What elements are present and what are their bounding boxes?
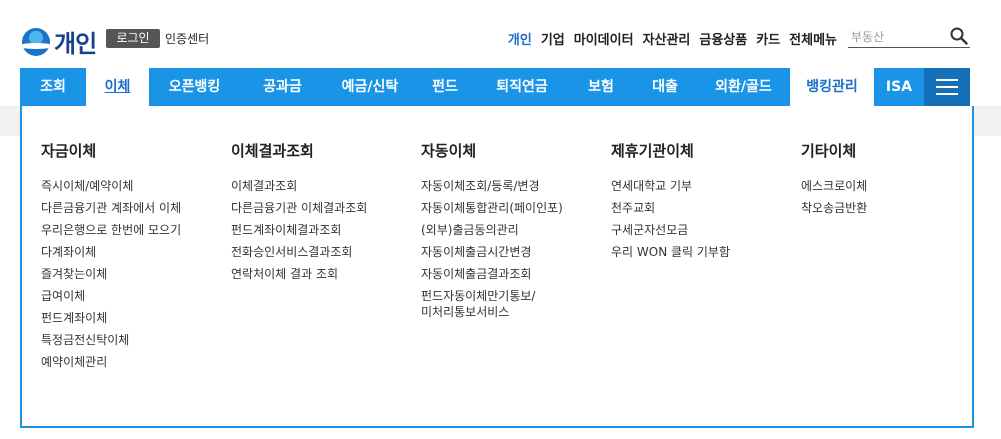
column-title: 이체결과조회 bbox=[231, 142, 314, 160]
submenu-link[interactable]: 착오송금반환 bbox=[801, 197, 867, 219]
submenu-link[interactable]: 전화승인서비스결과조회 bbox=[231, 241, 367, 263]
submenu-link-line: 미처리통보서비스 bbox=[421, 305, 510, 319]
hamburger-icon-bar bbox=[936, 93, 958, 95]
search-input[interactable] bbox=[848, 27, 948, 47]
menu-retirement-pension[interactable]: 퇴직연금 bbox=[475, 68, 569, 106]
menu-deposit-trust[interactable]: 예금/신탁 bbox=[325, 68, 415, 106]
search-box bbox=[848, 26, 970, 48]
submenu-link[interactable]: 구세군자선모금 bbox=[611, 219, 730, 241]
menu-open-banking[interactable]: 오픈뱅킹 bbox=[149, 68, 240, 106]
column-partner-transfer: 제휴기관이체 연세대학교 기부 천주교회 구세군자선모금 우리 WON 클릭 기… bbox=[611, 140, 730, 263]
top-nav-asset[interactable]: 자산관리 bbox=[643, 29, 691, 48]
column-title: 자동이체 bbox=[421, 142, 477, 160]
hamburger-icon-bar bbox=[936, 86, 958, 88]
column-title: 제휴기관이체 bbox=[611, 142, 694, 160]
top-nav: 개인 기업 마이데이터 자산관리 금융상품 카드 전체메뉴 bbox=[508, 29, 837, 48]
main-menu-bar: 조회 이체 오픈뱅킹 공과금 예금/신탁 펀드 퇴직연금 보험 대출 외환/골드… bbox=[20, 68, 970, 106]
hamburger-menu-button[interactable] bbox=[924, 68, 970, 106]
submenu-link[interactable]: 다른금융기관 계좌에서 이체 bbox=[41, 197, 181, 219]
column-fund-transfer: 자금이체 즉시이체/예약이체 다른금융기관 계좌에서 이체 우리은행으로 한번에… bbox=[41, 140, 181, 373]
menu-insurance[interactable]: 보험 bbox=[569, 68, 633, 106]
submenu-link[interactable]: 급여이체 bbox=[41, 285, 181, 307]
woori-logo[interactable]: 개인 bbox=[22, 24, 97, 59]
menu-transfer[interactable]: 이체 bbox=[86, 68, 149, 106]
submenu-link[interactable]: 다계좌이체 bbox=[41, 241, 181, 263]
submenu-link[interactable]: 다른금융기관 이체결과조회 bbox=[231, 197, 367, 219]
submenu-link[interactable]: 즉시이체/예약이체 bbox=[41, 175, 181, 197]
menu-inquiry[interactable]: 조회 bbox=[20, 68, 86, 106]
login-button[interactable]: 로그인 bbox=[106, 29, 160, 48]
woori-logo-icon bbox=[22, 27, 50, 56]
submenu-link[interactable]: 이체결과조회 bbox=[231, 175, 367, 197]
logo-text: 개인 bbox=[54, 30, 97, 58]
header: 개인 로그인 인증센터 개인 기업 마이데이터 자산관리 금융상품 카드 전체메… bbox=[0, 0, 1001, 68]
submenu-link[interactable]: 예약이체관리 bbox=[41, 351, 181, 373]
top-nav-card[interactable]: 카드 bbox=[756, 29, 780, 48]
column-auto-transfer: 자동이체 자동이체조회/등록/변경 자동이체통합관리(페이인포) (외부)출금동… bbox=[421, 140, 563, 320]
submenu-link[interactable]: 즐겨찾는이체 bbox=[41, 263, 181, 285]
menu-fund[interactable]: 펀드 bbox=[415, 68, 475, 106]
top-nav-personal[interactable]: 개인 bbox=[508, 29, 532, 48]
submenu-link[interactable]: 펀드계좌이체 bbox=[41, 307, 181, 329]
submenu-link[interactable]: (외부)출금동의관리 bbox=[421, 219, 563, 241]
submenu-link[interactable]: 자동이체통합관리(페이인포) bbox=[421, 197, 563, 219]
submenu-link[interactable]: 특정금전신탁이체 bbox=[41, 329, 181, 351]
submenu-link[interactable]: 에스크로이체 bbox=[801, 175, 867, 197]
transfer-dropdown-panel: 자금이체 즉시이체/예약이체 다른금융기관 계좌에서 이체 우리은행으로 한번에… bbox=[20, 106, 974, 428]
search-icon[interactable] bbox=[950, 27, 968, 45]
column-title: 기타이체 bbox=[801, 142, 857, 160]
column-transfer-results: 이체결과조회 이체결과조회 다른금융기관 이체결과조회 펀드계좌이체결과조회 전… bbox=[231, 140, 367, 285]
menu-utility-bills[interactable]: 공과금 bbox=[240, 68, 325, 106]
submenu-link[interactable]: 자동이체조회/등록/변경 bbox=[421, 175, 563, 197]
column-title: 자금이체 bbox=[41, 142, 97, 160]
menu-transfer-label: 이체 bbox=[104, 79, 131, 95]
column-other-transfer: 기타이체 에스크로이체 착오송금반환 bbox=[801, 140, 867, 219]
submenu-link[interactable]: 연세대학교 기부 bbox=[611, 175, 730, 197]
menu-loan[interactable]: 대출 bbox=[633, 68, 697, 106]
submenu-link[interactable]: 천주교회 bbox=[611, 197, 730, 219]
submenu-link[interactable]: 펀드계좌이체결과조회 bbox=[231, 219, 367, 241]
submenu-link-line: 펀드자동이체만기통보/ bbox=[421, 289, 536, 303]
cert-center-link[interactable]: 인증센터 bbox=[165, 30, 209, 47]
top-nav-mydata[interactable]: 마이데이터 bbox=[574, 29, 634, 48]
menu-isa[interactable]: ISA bbox=[874, 68, 924, 106]
top-nav-products[interactable]: 금융상품 bbox=[699, 29, 747, 48]
submenu-link-fund-auto-transfer[interactable]: 펀드자동이체만기통보/ 미처리통보서비스 bbox=[421, 285, 563, 320]
submenu-link[interactable]: 연락처이체 결과 조회 bbox=[231, 263, 367, 285]
submenu-link[interactable]: 자동이체출금결과조회 bbox=[421, 263, 563, 285]
top-nav-corporate[interactable]: 기업 bbox=[541, 29, 565, 48]
submenu-link[interactable]: 자동이체출금시간변경 bbox=[421, 241, 563, 263]
menu-banking-management[interactable]: 뱅킹관리 bbox=[790, 68, 874, 106]
top-nav-all-menu[interactable]: 전체메뉴 bbox=[789, 29, 837, 48]
menu-forex-gold[interactable]: 외환/골드 bbox=[697, 68, 790, 106]
submenu-link[interactable]: 우리 WON 클릭 기부함 bbox=[611, 241, 730, 263]
submenu-link[interactable]: 우리은행으로 한번에 모으기 bbox=[41, 219, 181, 241]
hamburger-icon bbox=[936, 79, 958, 81]
